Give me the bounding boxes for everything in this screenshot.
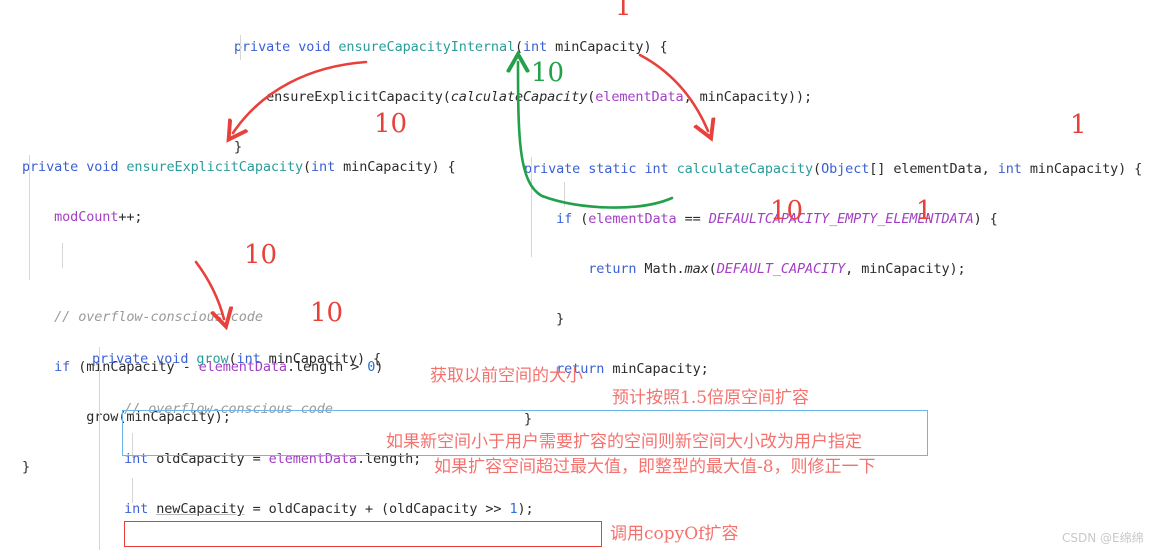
indent-guide: [62, 243, 63, 268]
indent-guide: [531, 157, 532, 257]
note-new-capacity: 预计按照1.5倍原空间扩容: [612, 388, 810, 408]
indent-guide: [132, 478, 133, 503]
note-old-capacity: 获取以前空间的大小: [430, 366, 583, 386]
indent-guide: [29, 155, 30, 280]
indent-guide: [99, 347, 100, 550]
note-max-array-size-check: 如果扩容空间超过最大值，即整型的最大值-8，则修正一下: [434, 457, 876, 477]
note-min-capacity-check: 如果新空间小于用户需要扩容的空间则新空间大小改为用户指定: [386, 432, 862, 452]
code-line: int newCapacity = oldCapacity + (oldCapa…: [124, 501, 534, 517]
annotation-value-default-capacity: 10: [770, 196, 804, 226]
code-line: return Math.max(DEFAULT_CAPACITY, minCap…: [588, 261, 966, 277]
annotated-code-screenshot: private void ensureCapacityInternal(int …: [0, 0, 1167, 550]
highlight-box-copyof: [124, 521, 602, 547]
indent-guide: [240, 35, 241, 60]
code-line: private void ensureExplicitCapacity(int …: [22, 159, 456, 175]
code-line: }: [524, 311, 565, 327]
annotation-value-explicit-arg: 10: [374, 109, 408, 139]
code-line: private static int calculateCapacity(Obj…: [524, 161, 1143, 177]
watermark: CSDN @E绵绵: [1062, 531, 1144, 545]
annotation-value-top-center: 1: [615, 0, 632, 22]
code-line: ensureExplicitCapacity(calculateCapacity…: [266, 89, 813, 105]
annotation-value-grow-def: 10: [310, 298, 344, 328]
annotation-value-min-capacity: 1: [916, 196, 933, 226]
annotation-value-calc-right: 1: [1070, 110, 1087, 140]
code-line: modCount++;: [54, 209, 143, 225]
note-copyof: 调用copyOf扩容: [610, 524, 739, 544]
indent-guide: [564, 182, 565, 207]
code-line: return minCapacity;: [556, 361, 709, 377]
annotation-value-grow-call: 10: [244, 240, 278, 270]
annotation-value-green-ten: 10: [531, 58, 565, 88]
code-line: private void ensureCapacityInternal(int …: [234, 39, 668, 55]
code-line: if (elementData == DEFAULTCAPACITY_EMPTY…: [556, 211, 998, 227]
